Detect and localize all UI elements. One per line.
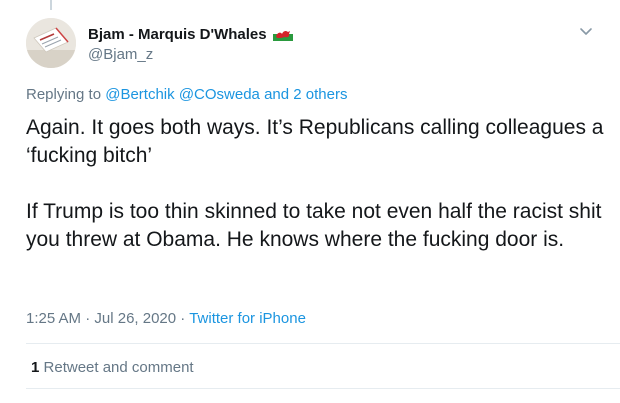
tweet-date[interactable]: Jul 26, 2020 xyxy=(94,310,176,327)
retweet-label: Retweet and comment xyxy=(43,359,194,376)
thread-connector-line xyxy=(50,0,52,10)
tweet-source-link[interactable]: Twitter for iPhone xyxy=(189,310,306,327)
meta-separator: · xyxy=(180,310,186,327)
tweet-metadata: 1:25 AM · Jul 26, 2020 · Twitter for iPh… xyxy=(26,310,306,327)
tweet-paragraph: Again. It goes both ways. It’s Republica… xyxy=(26,116,604,167)
tweet: Bjam - Marquis D'Whales @Bjam_z Replying… xyxy=(0,0,620,403)
tweet-paragraph: If Trump is too thin skinned to take not… xyxy=(26,200,602,251)
tweet-stats[interactable]: 1 Retweet and comment xyxy=(31,359,194,376)
tweet-time[interactable]: 1:25 AM xyxy=(26,310,81,327)
reply-joiner: and xyxy=(264,86,290,103)
mention-link[interactable]: @COsweda xyxy=(179,86,260,103)
divider xyxy=(26,343,620,344)
tweet-text: Again. It goes both ways. It’s Republica… xyxy=(26,114,606,254)
name-row: Bjam - Marquis D'Whales xyxy=(88,24,293,44)
meta-separator: · xyxy=(85,310,91,327)
avatar[interactable] xyxy=(26,18,76,68)
author-handle[interactable]: @Bjam_z xyxy=(88,46,293,63)
mention-link[interactable]: @Bertchik xyxy=(105,86,174,103)
tweet-header: Bjam - Marquis D'Whales @Bjam_z xyxy=(88,24,293,63)
wales-flag-icon xyxy=(272,27,293,41)
reply-prefix: Replying to xyxy=(26,86,102,103)
avatar-image xyxy=(26,18,76,68)
reply-context: Replying to @Bertchik @COsweda and 2 oth… xyxy=(26,86,347,103)
others-link[interactable]: 2 others xyxy=(293,86,347,103)
author-display-name[interactable]: Bjam - Marquis D'Whales xyxy=(88,26,267,43)
divider xyxy=(26,388,620,389)
retweet-count: 1 xyxy=(31,359,40,376)
chevron-down-icon[interactable] xyxy=(578,26,594,38)
